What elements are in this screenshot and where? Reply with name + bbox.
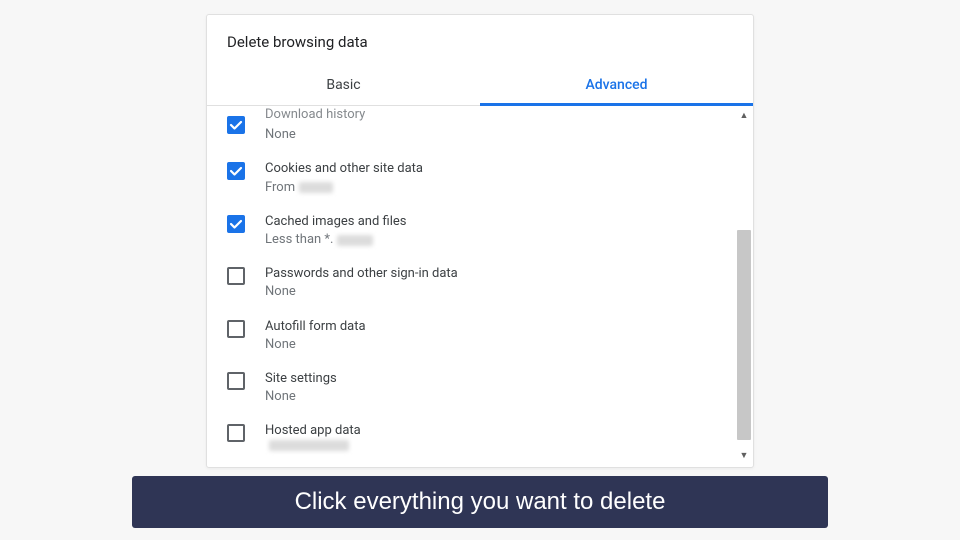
tab-basic[interactable]: Basic (207, 65, 480, 105)
item-subtext: None (265, 388, 337, 406)
tabs: Basic Advanced (207, 65, 753, 106)
checkbox[interactable] (227, 215, 245, 233)
scrollbar-track[interactable] (737, 110, 751, 460)
dialog-title: Delete browsing data (207, 15, 753, 65)
scroll-area: Download historyNoneCookies and other si… (207, 106, 753, 464)
redacted-text (337, 235, 373, 246)
item-label: Cached images and files (265, 213, 406, 231)
item-text: Site settingsNone (265, 370, 337, 406)
item-label: Site settings (265, 370, 337, 388)
item-subtext: Less than *. (265, 231, 406, 249)
list-item: Cookies and other site dataFrom (207, 152, 753, 204)
item-text: Cached images and filesLess than *. (265, 213, 406, 249)
checkbox[interactable] (227, 320, 245, 338)
item-subtext: From (265, 179, 423, 197)
redacted-text (269, 440, 349, 451)
item-text: Passwords and other sign-in dataNone (265, 265, 458, 301)
checkbox[interactable] (227, 116, 245, 134)
item-text: Download historyNone (265, 114, 365, 144)
item-label: Autofill form data (265, 318, 366, 336)
item-text: Cookies and other site dataFrom (265, 160, 423, 196)
scrollbar-thumb[interactable] (737, 230, 751, 440)
list-item: Site settingsNone (207, 362, 753, 414)
item-label: Cookies and other site data (265, 160, 423, 178)
delete-browsing-data-dialog: Delete browsing data Basic Advanced Down… (206, 14, 754, 468)
item-text: Autofill form dataNone (265, 318, 366, 354)
redacted-text (299, 182, 333, 193)
list-item: Autofill form dataNone (207, 310, 753, 362)
list-item: Passwords and other sign-in dataNone (207, 257, 753, 309)
item-subtext (265, 440, 361, 451)
item-subtext: None (265, 283, 458, 301)
list-item: Hosted app data (207, 414, 753, 459)
checkbox[interactable] (227, 424, 245, 442)
item-subtext: None (265, 126, 365, 144)
list-item: Download historyNone (207, 114, 753, 152)
item-label: Hosted app data (265, 422, 361, 440)
item-subtext: None (265, 336, 366, 354)
item-label: Download history (265, 106, 365, 124)
checkbox[interactable] (227, 162, 245, 180)
items-list: Download historyNoneCookies and other si… (207, 106, 753, 459)
list-item: Cached images and filesLess than *. (207, 205, 753, 257)
item-label: Passwords and other sign-in data (265, 265, 458, 283)
instruction-caption: Click everything you want to delete (132, 476, 828, 528)
item-text: Hosted app data (265, 422, 361, 451)
tab-advanced[interactable]: Advanced (480, 65, 753, 105)
checkbox[interactable] (227, 372, 245, 390)
scroll-down-arrow[interactable]: ▼ (737, 448, 751, 462)
checkbox[interactable] (227, 267, 245, 285)
